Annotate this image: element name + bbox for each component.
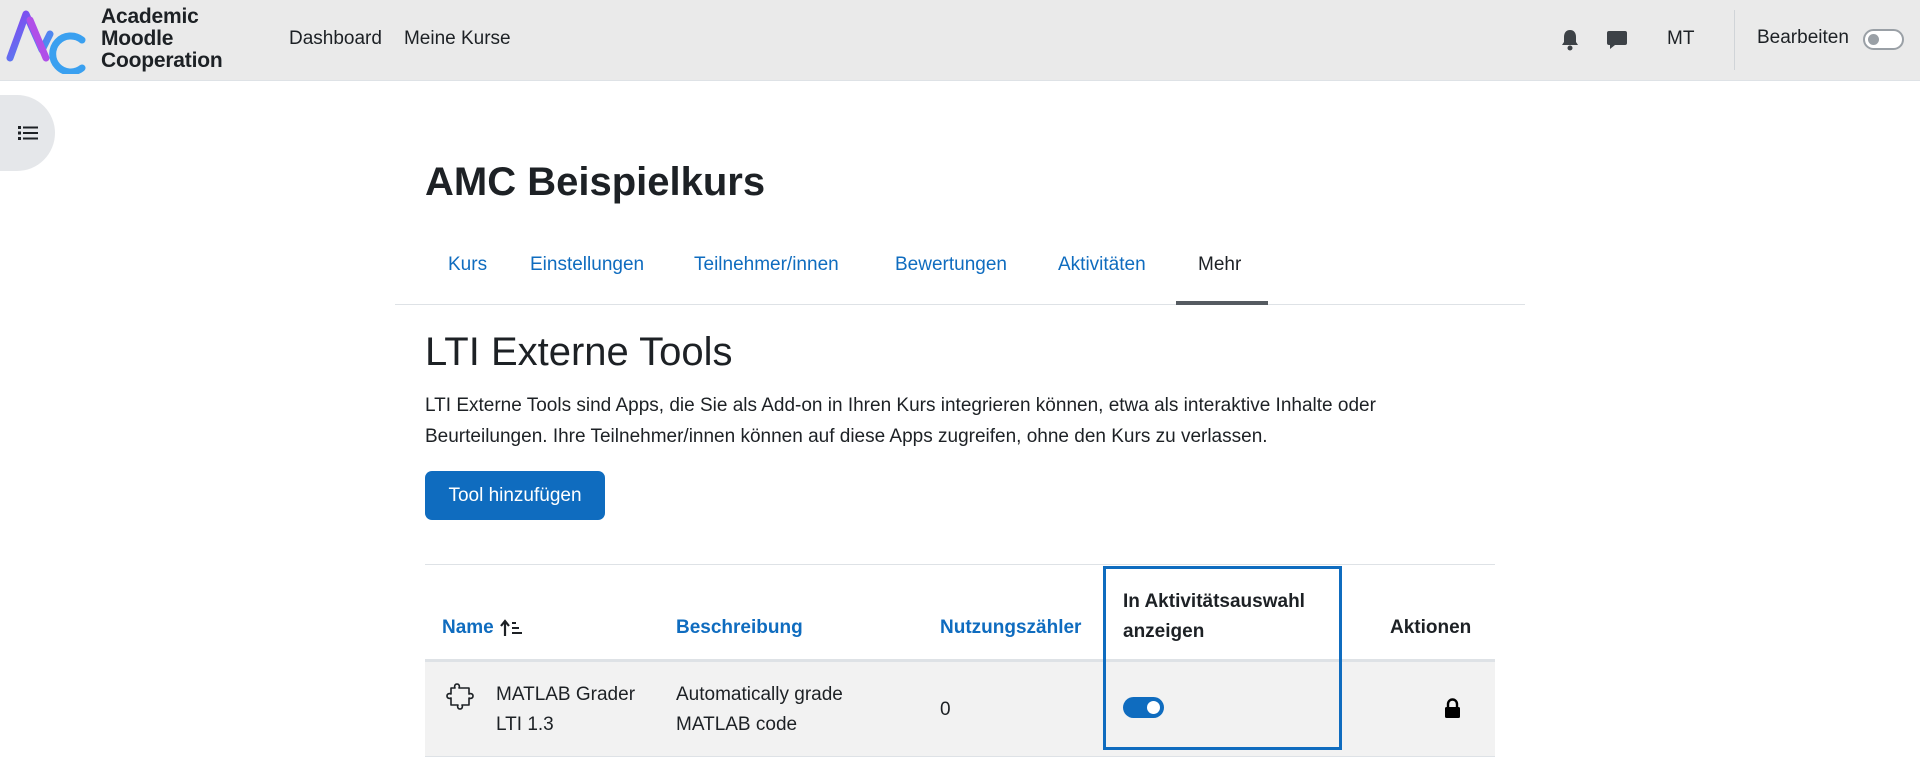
tab-course[interactable]: Kurs: [448, 254, 487, 276]
tool-name-line-1: MATLAB Grader: [496, 684, 636, 705]
list-icon: [17, 126, 38, 140]
tab-participants[interactable]: Teilnehmer/innen: [694, 254, 839, 276]
row-tool-description: Automatically grade MATLAB code: [676, 680, 843, 740]
brand-line-2: Moodle: [101, 27, 174, 50]
user-menu-avatar[interactable]: MT: [1667, 28, 1694, 50]
row-usage-count: 0: [940, 699, 951, 720]
lock-icon: [1445, 698, 1460, 718]
column-highlight-box: [1103, 566, 1342, 750]
table-top-border: [425, 564, 1495, 565]
navbar-divider: [1734, 10, 1735, 70]
course-title: AMC Beispielkurs: [425, 160, 766, 204]
description-line-2: Beurteilungen. Ihre Teilnehmer/innen kön…: [425, 426, 1268, 447]
primary-nav: Dashboard Meine Kurse: [289, 28, 511, 50]
tool-description-line-2: MATLAB code: [676, 714, 798, 735]
tab-settings[interactable]: Einstellungen: [530, 254, 644, 276]
add-tool-button[interactable]: Tool hinzufügen: [425, 471, 605, 520]
edit-mode-label: Bearbeiten: [1757, 27, 1849, 48]
puzzle-icon: [446, 683, 474, 710]
edit-mode-toggle[interactable]: [1863, 29, 1904, 50]
secondary-nav: Kurs Einstellungen Teilnehmer/innen Bewe…: [395, 246, 1525, 305]
tab-more[interactable]: Mehr: [1198, 254, 1241, 276]
course-index-drawer-button[interactable]: [0, 95, 55, 171]
tab-activities[interactable]: Aktivitäten: [1058, 254, 1146, 276]
active-tab-indicator: [1176, 301, 1268, 305]
description-line-1: LTI Externe Tools sind Apps, die Sie als…: [425, 395, 1376, 416]
table-row-border: [425, 756, 1495, 757]
tool-description-line-1: Automatically grade: [676, 684, 843, 705]
top-navbar: Academic Moodle Cooperation Dashboard Me…: [0, 0, 1920, 81]
amc-logo-icon[interactable]: [6, 6, 86, 74]
bell-icon[interactable]: [1560, 29, 1580, 51]
tab-grades[interactable]: Bewertungen: [895, 254, 1007, 276]
column-header-usage[interactable]: Nutzungszähler: [940, 617, 1081, 639]
tool-name-line-2: LTI 1.3: [496, 714, 554, 735]
page-description: LTI Externe Tools sind Apps, die Sie als…: [425, 390, 1505, 452]
chat-icon[interactable]: [1606, 29, 1628, 51]
column-header-name-label: Name: [442, 617, 494, 638]
row-tool-name: MATLAB Grader LTI 1.3: [496, 680, 635, 740]
column-header-name[interactable]: Name: [442, 617, 524, 639]
brand-name[interactable]: Academic Moodle Cooperation: [101, 5, 223, 72]
nav-my-courses[interactable]: Meine Kurse: [404, 28, 511, 50]
sort-ascending-icon: [499, 619, 522, 636]
column-header-description[interactable]: Beschreibung: [676, 617, 803, 639]
nav-dashboard[interactable]: Dashboard: [289, 28, 382, 50]
column-header-actions: Aktionen: [1390, 617, 1472, 638]
page-heading: LTI Externe Tools: [425, 330, 733, 374]
brand-line-1: Academic: [101, 5, 199, 28]
brand-line-3: Cooperation: [101, 49, 223, 72]
